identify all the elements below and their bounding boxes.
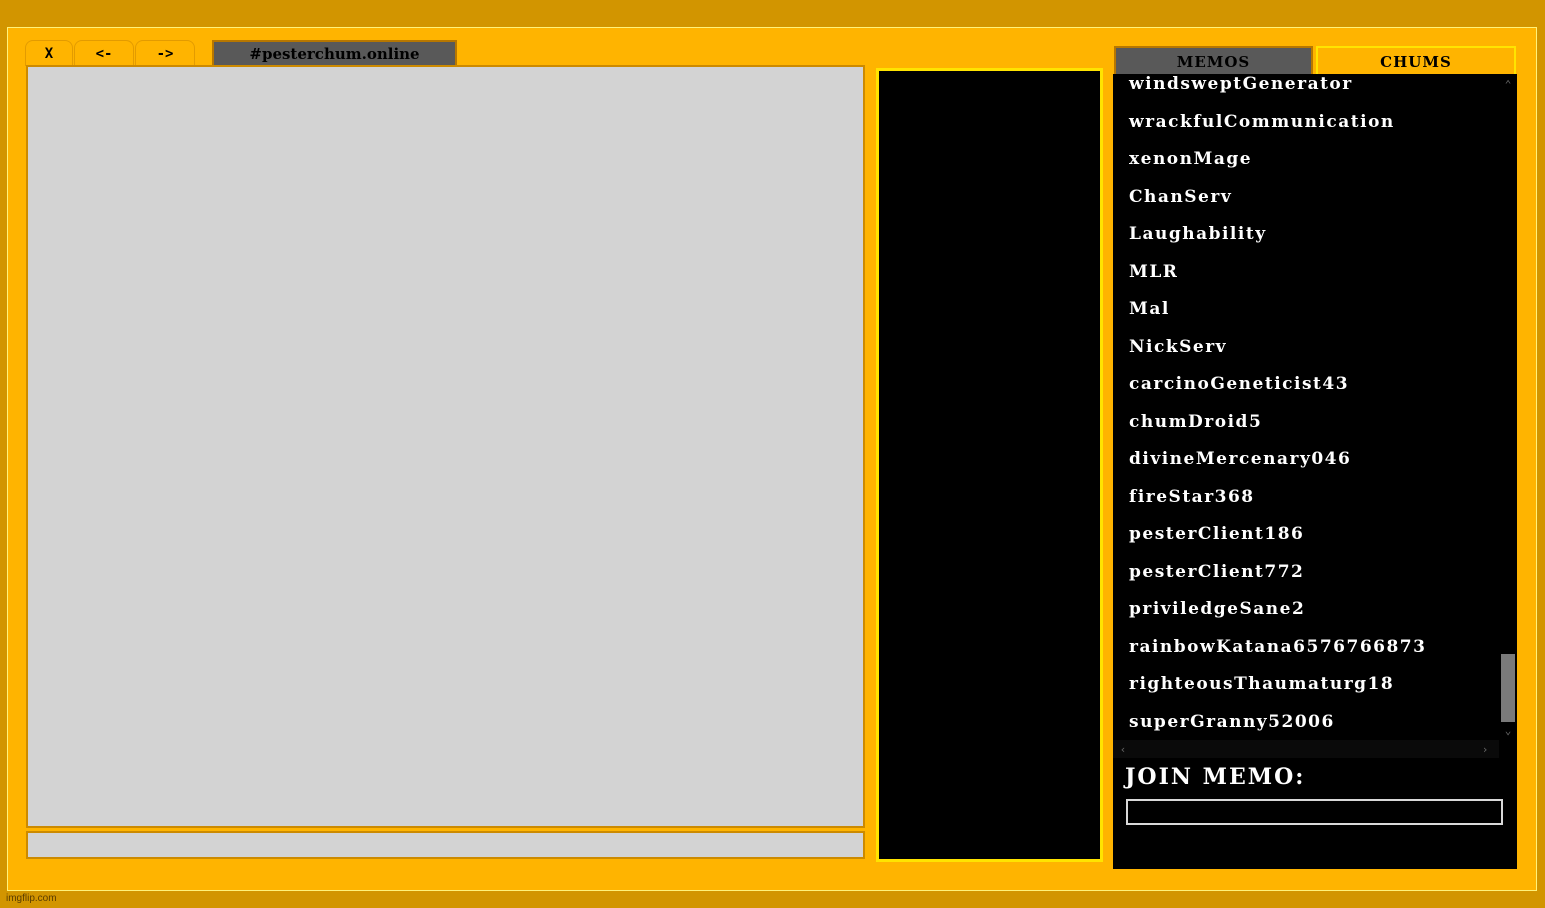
list-item[interactable]: rainbowKatana6576766873 (1129, 635, 1426, 659)
memo-panel: windsweptGenerator wrackfulCommunication x… (1113, 74, 1517, 869)
back-button[interactable]: <- (74, 40, 134, 66)
memo-list[interactable]: windsweptGenerator wrackfulCommunication x… (1113, 74, 1499, 740)
list-item[interactable]: NickServ (1129, 335, 1227, 359)
list-item[interactable]: priviledgeSane2 (1129, 597, 1305, 621)
list-item[interactable]: Laughability (1129, 222, 1267, 246)
tab-pesterchum-online[interactable]: #pesterchum.online (212, 40, 457, 66)
scrollbar-thumb[interactable] (1501, 654, 1515, 722)
tab-chums[interactable]: CHUMS (1316, 46, 1516, 76)
vertical-scrollbar[interactable]: ⌃ ⌄ (1499, 74, 1517, 740)
scroll-right-icon[interactable]: › (1477, 740, 1493, 758)
tab-memos-label: MEMOS (1176, 53, 1251, 71)
tab-label: #pesterchum.online (249, 45, 420, 63)
list-item[interactable]: pesterClient186 (1129, 522, 1304, 546)
join-memo-input[interactable] (1126, 799, 1503, 825)
list-item[interactable]: superGranny52006 (1129, 710, 1335, 734)
tab-memos[interactable]: MEMOS (1114, 46, 1313, 76)
user-list[interactable] (876, 68, 1103, 862)
list-item[interactable]: carcinoGeneticist43 (1129, 372, 1349, 396)
list-item[interactable]: pesterClient772 (1129, 560, 1304, 584)
close-icon: X (44, 45, 54, 62)
back-arrow-icon: <- (95, 45, 113, 62)
list-item[interactable]: Mal (1129, 297, 1170, 321)
list-item[interactable]: fireStar368 (1129, 485, 1255, 509)
list-item[interactable]: xenonMage (1129, 147, 1252, 171)
scroll-up-icon[interactable]: ⌃ (1499, 76, 1517, 92)
forward-button[interactable]: -> (135, 40, 195, 66)
join-memo-label: JOIN MEMO: (1125, 764, 1306, 790)
close-button[interactable]: X (25, 40, 73, 66)
list-item[interactable]: divineMercenary046 (1129, 447, 1351, 471)
list-item[interactable]: wrackfulCommunication (1129, 110, 1395, 134)
list-item[interactable]: ChanServ (1129, 185, 1232, 209)
scroll-down-icon[interactable]: ⌄ (1499, 722, 1517, 738)
list-item[interactable]: MLR (1129, 260, 1178, 284)
tab-chums-label: CHUMS (1380, 53, 1452, 71)
forward-arrow-icon: -> (156, 45, 174, 62)
list-item[interactable]: windsweptGenerator (1129, 74, 1353, 96)
list-item[interactable]: chumDroid5 (1129, 410, 1262, 434)
watermark: imgflip.com (6, 893, 57, 904)
list-item[interactable]: righteousThaumaturg18 (1129, 672, 1394, 696)
chat-text-area[interactable] (26, 65, 865, 828)
message-input[interactable] (26, 831, 865, 859)
scroll-left-icon[interactable]: ‹ (1115, 740, 1131, 758)
horizontal-scrollbar[interactable]: ‹ › (1113, 740, 1499, 758)
